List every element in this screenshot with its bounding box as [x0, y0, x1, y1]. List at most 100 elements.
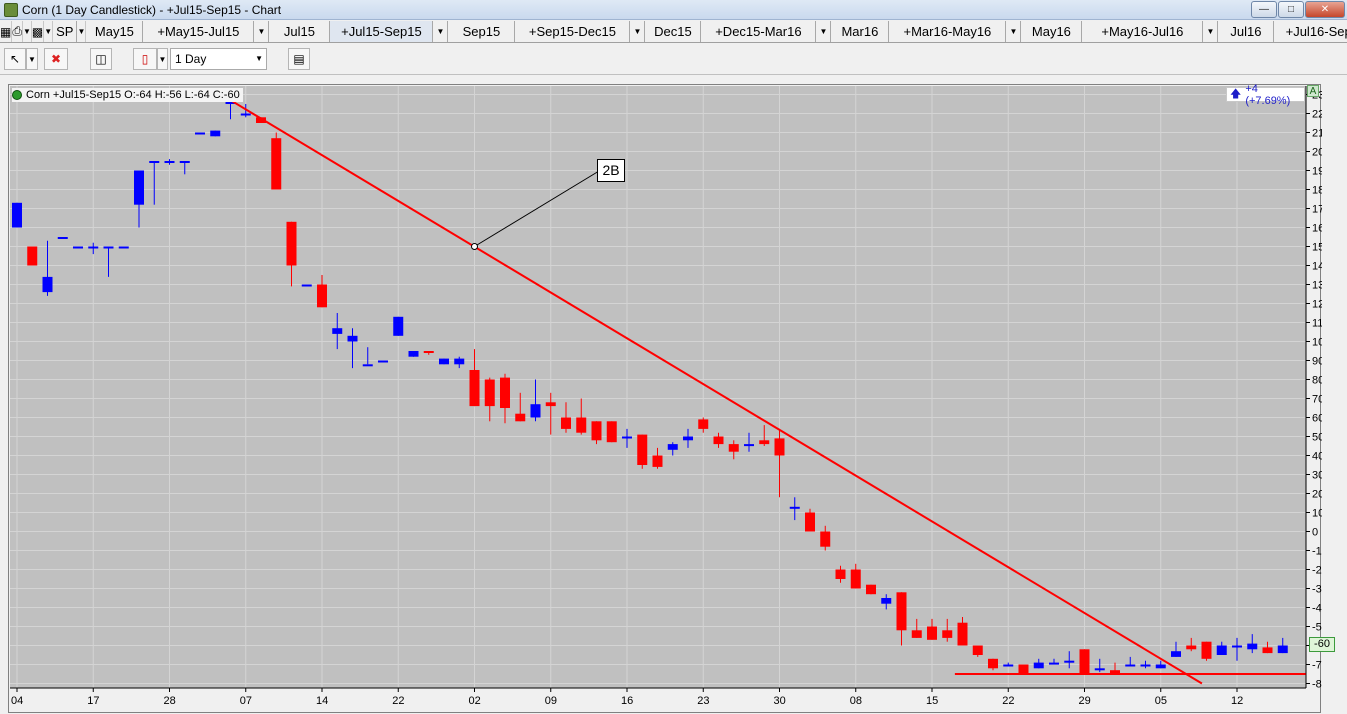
up-candle — [57, 237, 68, 239]
y-tick-label: 30 — [1312, 470, 1322, 482]
y-tick-label: 160 — [1312, 223, 1322, 235]
up-candle — [103, 246, 114, 249]
maximize-button[interactable]: □ — [1278, 1, 1304, 18]
down-candle — [469, 370, 480, 407]
y-tick-label: 90 — [1312, 356, 1322, 368]
tab-mar16-may16[interactable]: +Mar16-May16 — [889, 21, 1007, 42]
up-candle — [667, 444, 678, 450]
down-candle — [988, 658, 998, 669]
down-candle — [652, 455, 663, 467]
tab-may16[interactable]: May16 — [1021, 21, 1083, 42]
templates-icon[interactable]: ◫ — [90, 48, 112, 70]
y-tick-label: 70 — [1312, 394, 1322, 406]
tab-dropdown[interactable]: ▼ — [254, 21, 270, 42]
status-dot-icon — [12, 90, 22, 100]
down-candle — [317, 284, 327, 308]
tab-mar16[interactable]: Mar16 — [831, 21, 890, 42]
chart-area[interactable]: 2302202102001901801701601501401301201101… — [8, 84, 1322, 714]
autoscale-badge[interactable]: A — [1307, 85, 1319, 97]
up-candle — [42, 276, 53, 293]
tab-dropdown[interactable]: ▼ — [816, 21, 832, 42]
y-tick-label: 180 — [1312, 185, 1322, 197]
palette-dropdown[interactable]: ▼ — [44, 21, 54, 42]
up-candle — [164, 161, 175, 163]
tab-dropdown[interactable]: ▼ — [433, 21, 449, 42]
x-tick-label: 02 — [469, 695, 481, 707]
up-candle — [1232, 645, 1242, 648]
down-candle — [561, 417, 571, 429]
change-text: +4 (+7.69%) — [1245, 82, 1291, 107]
palette-icon[interactable]: ▩ — [32, 21, 45, 42]
up-candle — [1216, 645, 1227, 655]
up-candle — [347, 335, 358, 342]
sp-dropdown[interactable]: ▼ — [77, 21, 87, 42]
down-candle — [835, 569, 846, 579]
up-candle — [393, 316, 404, 336]
down-candle — [866, 584, 876, 595]
down-candle — [606, 421, 617, 443]
down-candle — [728, 444, 739, 452]
up-candle — [881, 598, 892, 604]
tab-sep15-dec15[interactable]: +Sep15-Dec15 — [515, 21, 631, 42]
y-tick-label: 80 — [1312, 375, 1322, 387]
minimize-button[interactable]: — — [1251, 1, 1277, 18]
contract-tab-bar: ▦ ⎙ ▼ ▩ ▼ SP ▼ May15 +May15-Jul15 ▼ Jul15 +J… — [0, 21, 1347, 43]
down-candle — [957, 622, 968, 646]
up-candle — [301, 284, 312, 287]
annotation-label-2b[interactable]: 2B — [597, 159, 625, 182]
print-icon[interactable]: ⎙ — [12, 21, 23, 42]
up-candle — [378, 360, 388, 363]
y-tick-label: 0 — [1312, 527, 1318, 539]
sp-selector[interactable]: SP — [53, 21, 78, 42]
up-candle — [1049, 662, 1059, 665]
tab-dropdown[interactable]: ▼ — [630, 21, 646, 42]
x-tick-label: 04 — [11, 695, 23, 707]
up-candle — [12, 202, 22, 228]
x-tick-label: 17 — [87, 695, 99, 707]
interval-select[interactable]: 1 Day ▼ — [170, 48, 267, 70]
up-candle — [362, 364, 373, 367]
down-candle — [713, 436, 724, 445]
close-button[interactable]: ✕ — [1305, 1, 1345, 18]
candlestick-chart[interactable]: 2302202102001901801701601501401301201101… — [9, 85, 1322, 714]
up-candle — [1140, 664, 1151, 667]
down-candle — [286, 221, 297, 266]
delete-icon[interactable]: ✖ — [44, 48, 68, 70]
tab-jul16[interactable]: Jul16 — [1218, 21, 1275, 42]
y-tick-label: 170 — [1312, 204, 1322, 216]
tab-jul16-sep16[interactable]: +Jul16-Sep16 — [1274, 21, 1347, 42]
cursor-tool-icon[interactable]: ↖ — [4, 48, 26, 70]
down-candle — [271, 138, 282, 190]
tab-dec15[interactable]: Dec15 — [645, 21, 702, 42]
candlestick-type-icon[interactable]: ▯ — [133, 48, 157, 70]
data-window-icon[interactable]: ▤ — [288, 48, 310, 70]
y-tick-label: 10 — [1312, 508, 1322, 520]
tab-jul15[interactable]: Jul15 — [269, 21, 331, 42]
down-candle — [1079, 649, 1090, 674]
x-tick-label: 15 — [926, 695, 938, 707]
up-candle — [744, 444, 754, 447]
down-candle — [545, 402, 556, 407]
tab-sep15[interactable]: Sep15 — [448, 21, 516, 42]
y-tick-label: 120 — [1312, 299, 1322, 311]
ohlc-readout-text: Corn +Jul15-Sep15 O:-64 H:-56 L:-64 C:-6… — [26, 89, 240, 101]
x-tick-label: 07 — [240, 695, 252, 707]
chart-type-dropdown[interactable]: ▼ — [157, 48, 168, 70]
tab-dropdown[interactable]: ▼ — [1006, 21, 1022, 42]
tab-may15[interactable]: May15 — [86, 21, 144, 42]
title-bar: Corn (1 Day Candlestick) - +Jul15-Sep15 … — [0, 0, 1347, 20]
tab-dropdown[interactable]: ▼ — [1203, 21, 1219, 42]
tab-may15-jul15[interactable]: +May15-Jul15 — [143, 21, 255, 42]
cursor-tool-dropdown[interactable]: ▼ — [26, 48, 38, 70]
change-readout: 🡅 +4 (+7.69%) — [1226, 83, 1305, 107]
chart-settings-icon[interactable]: ▦ — [0, 21, 13, 42]
tab-jul15-sep15[interactable]: +Jul15-Sep15 — [330, 21, 434, 42]
up-candle — [683, 436, 693, 441]
up-candle — [1033, 662, 1044, 669]
tab-may16-jul16[interactable]: +May16-Jul16 — [1082, 21, 1204, 42]
y-tick-label: -20 — [1312, 565, 1322, 577]
y-tick-label: 140 — [1312, 261, 1322, 273]
tab-dec15-mar16[interactable]: +Dec15-Mar16 — [701, 21, 817, 42]
up-candle — [195, 132, 205, 135]
print-dropdown[interactable]: ▼ — [23, 21, 32, 42]
